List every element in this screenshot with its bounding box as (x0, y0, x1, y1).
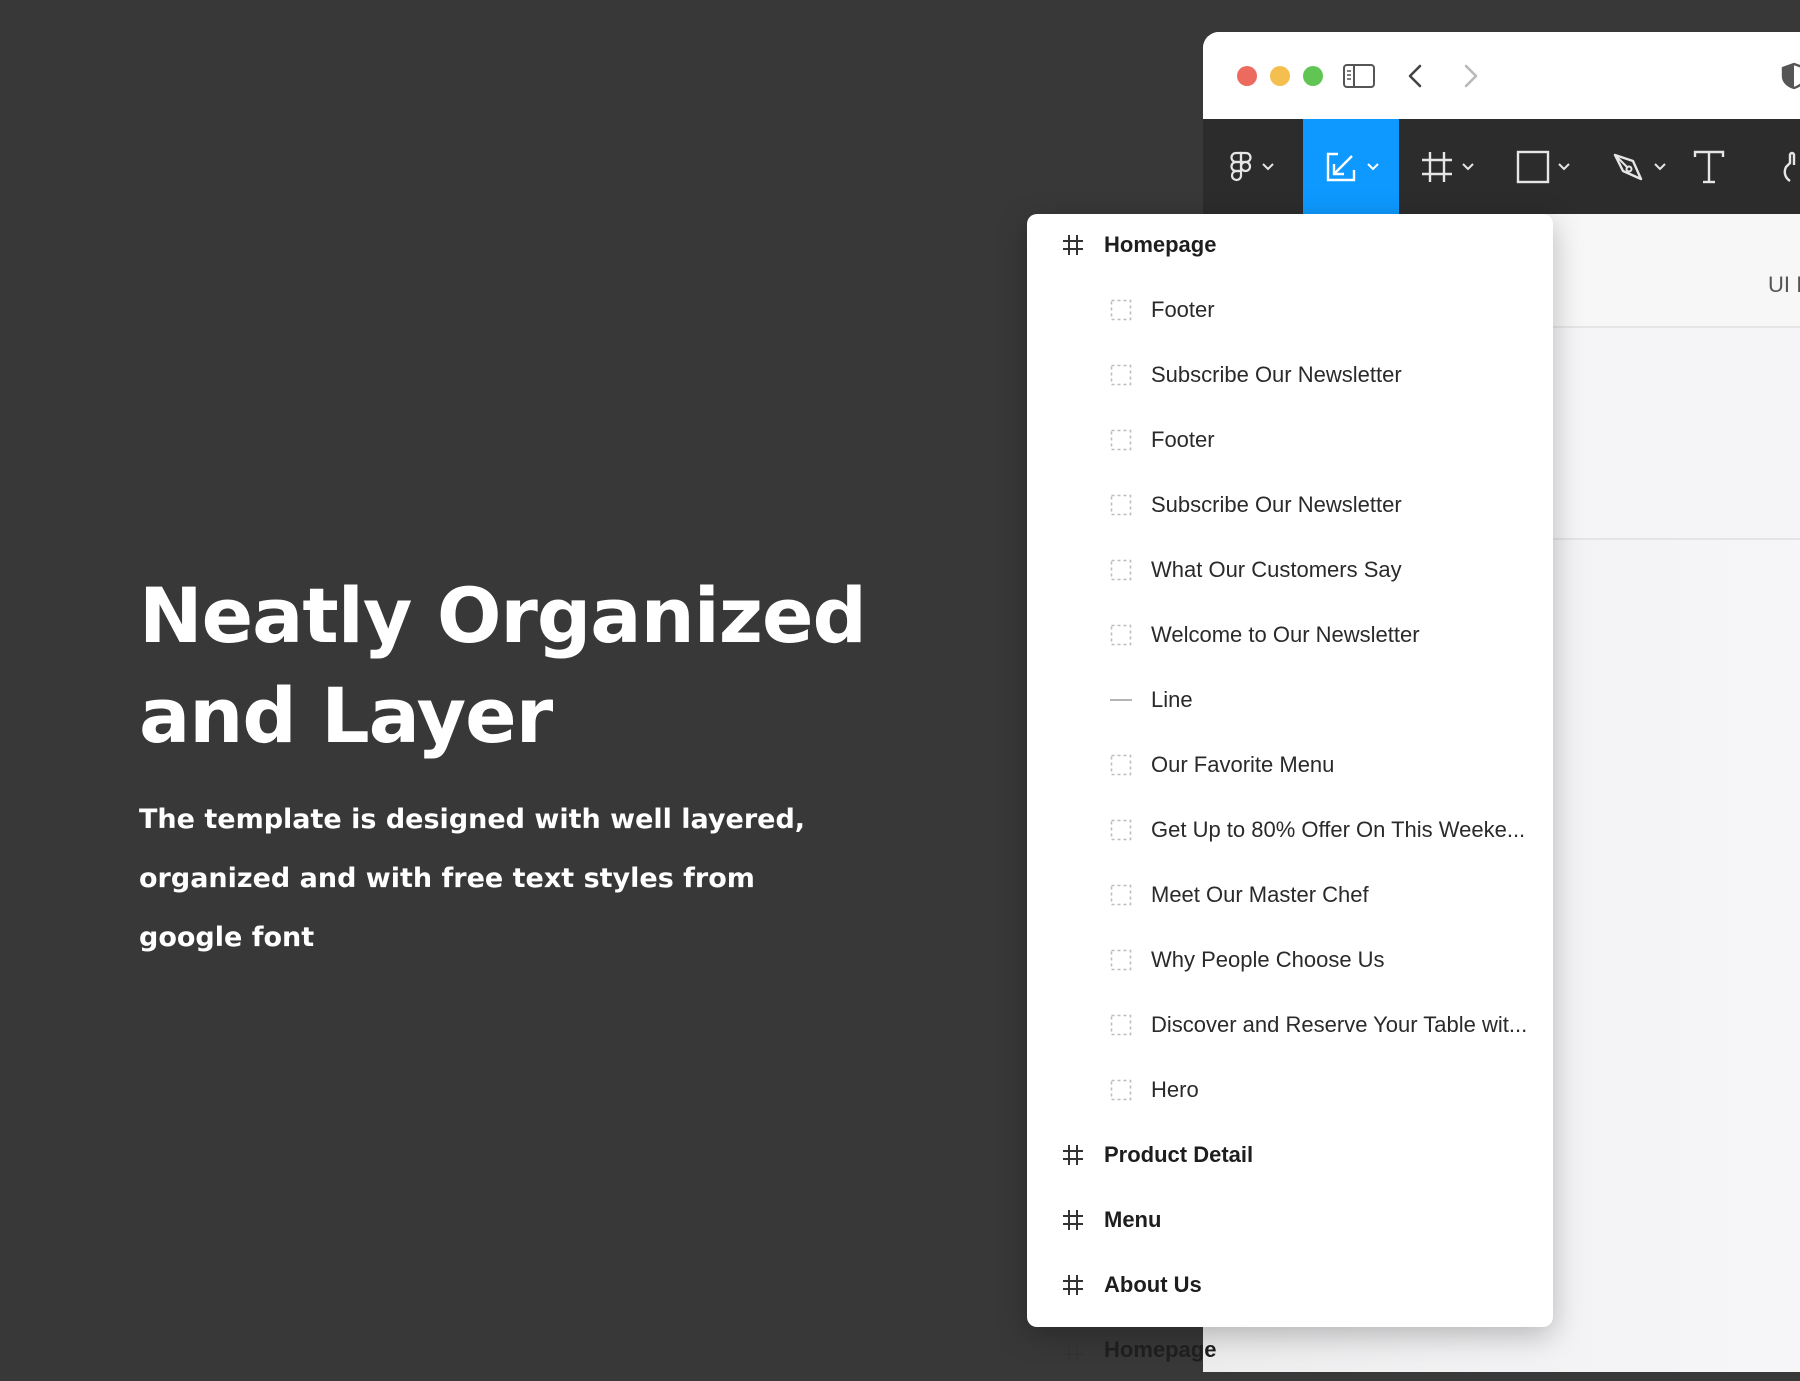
frame-hash-icon (1422, 151, 1452, 182)
maximize-window-button[interactable] (1303, 66, 1323, 86)
layer-frame-row[interactable]: Homepage (1027, 214, 1553, 276)
layer-name: Line (1151, 687, 1193, 712)
group-dotted-frame-icon (1110, 884, 1132, 906)
text-tool[interactable] (1673, 119, 1745, 214)
group-dotted-frame-icon (1110, 364, 1132, 386)
close-window-button[interactable] (1237, 66, 1257, 86)
layer-row[interactable]: Why People Choose Us (1027, 929, 1553, 991)
rectangle-icon (1516, 150, 1550, 183)
layer-row[interactable]: Welcome to Our Newsletter (1027, 604, 1553, 666)
layer-row[interactable]: Subscribe Our Newsletter (1027, 344, 1553, 406)
scale-tool[interactable] (1303, 119, 1399, 214)
chevron-down-icon (1558, 162, 1570, 170)
chevron-down-icon (1462, 162, 1474, 170)
chevron-down-icon (1262, 162, 1274, 170)
minimize-window-button[interactable] (1270, 66, 1290, 86)
layer-frame-row[interactable]: About Us (1027, 1254, 1553, 1316)
layer-name: Subscribe Our Newsletter (1151, 362, 1402, 387)
layer-row[interactable]: Our Favorite Menu (1027, 734, 1553, 796)
layer-frame-row[interactable]: Product Detail (1027, 1124, 1553, 1186)
main-menu-tool[interactable] (1203, 119, 1299, 214)
text-icon (1693, 150, 1725, 183)
frame-hash-icon (1063, 1275, 1083, 1295)
layer-row[interactable]: Footer (1027, 409, 1553, 471)
frame-hash-icon (1063, 1145, 1083, 1165)
layer-row[interactable]: Footer (1027, 279, 1553, 341)
back-chevron-icon[interactable] (1399, 60, 1433, 92)
group-dotted-frame-icon (1110, 819, 1132, 841)
promo-title-line-2: and Layer (139, 671, 553, 760)
group-dotted-frame-icon (1110, 754, 1132, 776)
layer-row[interactable]: Line (1027, 669, 1553, 731)
layer-name: Discover and Reserve Your Table wit... (1151, 1012, 1528, 1037)
layer-row[interactable]: Subscribe Our Newsletter (1027, 474, 1553, 536)
promo-desc-line-1: The template is designed with well layer… (139, 804, 806, 835)
sidebar-toggle-icon[interactable] (1342, 60, 1376, 92)
layer-name: Why People Choose Us (1151, 947, 1385, 972)
hand-tool[interactable] (1763, 119, 1800, 214)
layer-name: What Our Customers Say (1151, 557, 1402, 582)
frame-tool[interactable] (1399, 119, 1495, 214)
layer-name: Footer (1151, 427, 1215, 452)
layer-name: Footer (1151, 297, 1215, 322)
layer-row[interactable]: Meet Our Master Chef (1027, 864, 1553, 926)
group-dotted-frame-icon (1110, 1014, 1132, 1036)
group-dotted-frame-icon (1110, 494, 1132, 516)
scale-icon (1326, 152, 1356, 181)
layer-frame-row[interactable]: Menu (1027, 1189, 1553, 1251)
promo-title: Neatly Organized and Layer (139, 566, 919, 766)
group-dotted-frame-icon (1110, 949, 1132, 971)
layer-name: Homepage (1104, 232, 1217, 257)
group-dotted-frame-icon (1110, 1079, 1132, 1101)
chevron-down-icon (1367, 162, 1379, 170)
shape-tool[interactable] (1495, 119, 1591, 214)
frame-hash-icon (1063, 1210, 1083, 1230)
layer-row[interactable]: Discover and Reserve Your Table wit... (1027, 994, 1553, 1056)
layer-name: Welcome to Our Newsletter (1151, 622, 1420, 647)
group-dotted-frame-icon (1110, 429, 1132, 451)
layer-row[interactable]: What Our Customers Say (1027, 539, 1553, 601)
layer-name: Our Favorite Menu (1151, 752, 1335, 777)
layer-name: Homepage (1104, 1337, 1217, 1362)
promo-desc-line-3: google font (139, 922, 315, 953)
layer-name: Product Detail (1104, 1142, 1254, 1167)
layers-panel: Homepage Footer Subscribe Our Newsletter Fo… (1027, 214, 1553, 1362)
shield-icon[interactable] (1777, 60, 1800, 92)
toolbar (1203, 119, 1800, 214)
layer-name: About Us (1104, 1272, 1202, 1297)
layer-name: Subscribe Our Newsletter (1151, 492, 1402, 517)
title-bar (1203, 32, 1800, 119)
layer-row[interactable]: Get Up to 80% Offer On This Weeke... (1027, 799, 1553, 861)
forward-chevron-icon[interactable] (1453, 60, 1487, 92)
line-icon (1110, 699, 1132, 701)
promo-title-line-1: Neatly Organized (139, 571, 867, 660)
promo-description: The template is designed with well layer… (139, 790, 819, 967)
layer-name: Menu (1104, 1207, 1162, 1232)
canvas-tab[interactable]: UI I (1768, 272, 1800, 298)
chevron-down-icon (1654, 162, 1666, 170)
pen-icon (1613, 153, 1643, 180)
layer-frame-row[interactable]: Homepage (1027, 1319, 1553, 1381)
layer-name: Get Up to 80% Offer On This Weeke... (1151, 817, 1526, 842)
group-dotted-frame-icon (1110, 559, 1132, 581)
group-dotted-frame-icon (1110, 624, 1132, 646)
layer-name: Meet Our Master Chef (1151, 882, 1369, 907)
promo-desc-line-2: organized and with free text styles from (139, 863, 755, 894)
hand-icon (1783, 151, 1796, 182)
figma-logo-icon (1230, 151, 1252, 181)
group-dotted-frame-icon (1110, 299, 1132, 321)
frame-hash-icon (1063, 235, 1083, 255)
layer-name: Hero (1151, 1077, 1199, 1102)
frame-hash-icon (1063, 1340, 1083, 1360)
layer-row[interactable]: Hero (1027, 1059, 1553, 1121)
